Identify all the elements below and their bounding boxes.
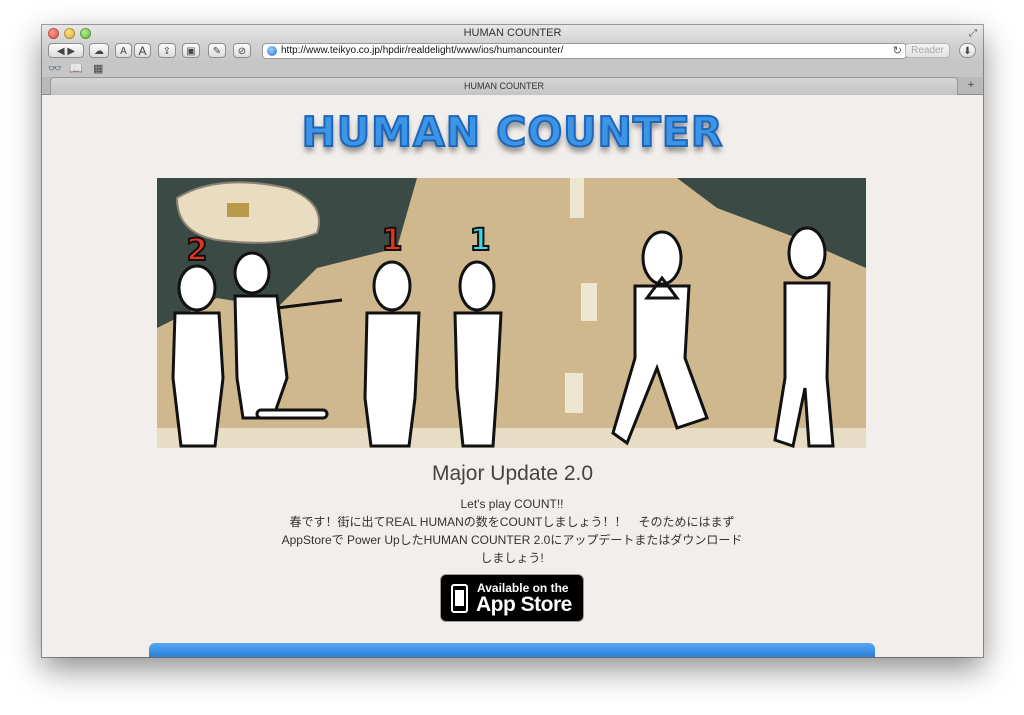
screenshot-button[interactable]: ▣: [182, 43, 200, 58]
site-logo: HUMAN COUNTER: [301, 107, 724, 157]
tab-bar: HUMAN COUNTER +: [42, 77, 983, 95]
share-button[interactable]: ⇪: [158, 43, 176, 58]
disable-button[interactable]: ⊘: [233, 43, 251, 58]
description-line-1: 春です！街に出てREAL HUMANの数をCOUNTしましょう！！ そのためには…: [289, 515, 735, 529]
tools-button[interactable]: ✎: [208, 43, 226, 58]
browser-window: HUMAN COUNTER ⤢ ◀ ▶ ☁ A A ⇪ ▣ ✎ ⊘ http:/…: [42, 25, 983, 657]
reload-icon[interactable]: ↻: [893, 44, 902, 58]
reading-list-icon[interactable]: 👓: [48, 62, 62, 75]
hero-illustration: 2 1 1: [157, 178, 866, 448]
download-icon: ⬇: [963, 46, 972, 57]
address-bar[interactable]: http://www.teikyo.co.jp/hpdir/realdeligh…: [262, 43, 907, 59]
counter-number-3: 1: [470, 223, 491, 258]
description-line-2: AppStoreで Power UpしたHUMAN COUNTER 2.0にアッ…: [281, 533, 743, 547]
new-tab-icon[interactable]: +: [963, 78, 979, 93]
description-line-3: しましょう!: [480, 551, 544, 565]
counter-number-1: 2: [187, 233, 208, 268]
back-icon[interactable]: ◀: [57, 46, 65, 57]
page-heading: Major Update 2.0: [431, 462, 594, 485]
toolbar: ◀ ▶ ☁ A A ⇪ ▣ ✎ ⊘ http://www.teikyo.co.j…: [42, 42, 983, 61]
title-bar: HUMAN COUNTER ⤢: [42, 25, 983, 42]
globe-icon: [267, 46, 277, 56]
app-store-badge[interactable]: Available on the App Store: [440, 574, 584, 622]
badge-big-text: App Store: [476, 593, 572, 616]
text-bigger-button[interactable]: A: [134, 43, 151, 58]
icloud-tabs-button[interactable]: ☁: [89, 43, 109, 58]
tab-human-counter[interactable]: HUMAN COUNTER: [50, 77, 958, 95]
section-bar: [149, 643, 875, 657]
page-content: HUMAN COUNTER 2 1 1 Major Update 2.0 Let…: [42, 95, 983, 657]
counter-number-2: 1: [382, 223, 403, 258]
wrench-icon: ✎: [212, 46, 222, 57]
screenshot-icon: ▣: [186, 46, 196, 57]
bookmarks-icon[interactable]: 📖: [69, 62, 83, 75]
forward-icon[interactable]: ▶: [67, 46, 75, 57]
downloads-button[interactable]: ⬇: [959, 43, 976, 58]
text-smaller-button[interactable]: A: [115, 43, 132, 58]
url-text: http://www.teikyo.co.jp/hpdir/realdeligh…: [281, 45, 564, 56]
back-forward-buttons[interactable]: ◀ ▶: [48, 43, 84, 58]
window-title: HUMAN COUNTER: [463, 27, 562, 39]
block-icon: ⊘: [237, 46, 247, 57]
bookmarks-bar: 👓 📖 ▦: [42, 61, 983, 77]
share-icon: ⇪: [162, 46, 172, 57]
reader-button[interactable]: Reader: [905, 43, 950, 58]
cloud-icon: ☁: [94, 46, 104, 57]
fullscreen-icon[interactable]: ⤢: [969, 28, 977, 39]
tagline: Let's play COUNT!!: [460, 497, 564, 511]
iphone-icon: [451, 584, 468, 613]
top-sites-icon[interactable]: ▦: [93, 62, 103, 75]
